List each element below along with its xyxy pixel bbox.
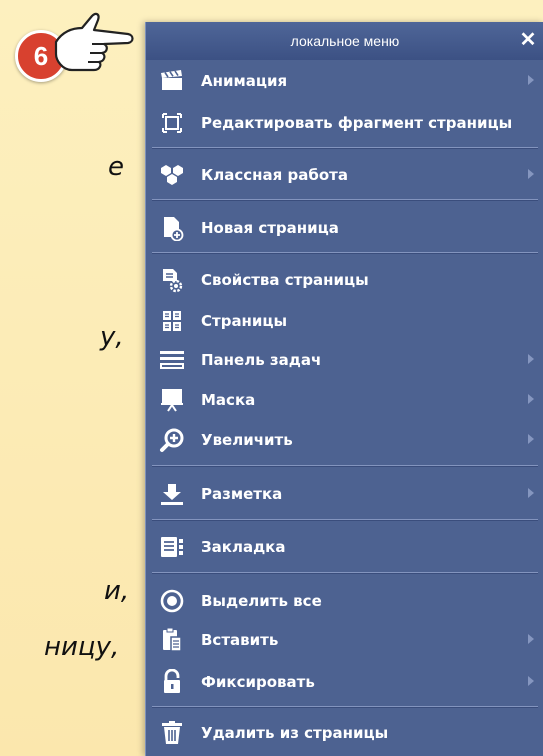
background-text-4: ницу,	[44, 632, 120, 662]
menu-item-label: Анимация	[201, 72, 288, 90]
menu-separator	[152, 147, 538, 149]
submenu-arrow-icon	[528, 434, 534, 444]
background-text-3: и,	[104, 576, 130, 606]
zoom-in-icon	[158, 426, 186, 454]
submenu-arrow-icon	[528, 75, 534, 85]
menu-item-label: Увеличить	[201, 431, 293, 449]
menu-item-edit-fragment[interactable]: Редактировать фрагмент страницы	[146, 105, 543, 141]
menu-separator	[152, 706, 538, 708]
taskbar-icon	[158, 346, 186, 374]
menu-item-label: Разметка	[201, 485, 283, 503]
menu-item-label: Новая страница	[201, 219, 339, 237]
menu-item-label: Маска	[201, 391, 256, 409]
context-menu: локальное меню ✕ Анимация Редактировать …	[145, 22, 543, 756]
menu-item-label: Выделить все	[201, 592, 322, 610]
submenu-arrow-icon	[528, 354, 534, 364]
menu-item-label: Вставить	[201, 631, 279, 649]
submenu-arrow-icon	[528, 676, 534, 686]
crop-frame-icon	[158, 109, 186, 137]
menu-item-markup[interactable]: Разметка	[146, 476, 543, 512]
bookmark-icon	[158, 533, 186, 561]
submenu-arrow-icon	[528, 634, 534, 644]
menu-separator	[152, 519, 538, 521]
menu-item-label: Страницы	[201, 312, 288, 330]
clapperboard-icon	[158, 67, 186, 95]
menu-item-bookmark[interactable]: Закладка	[146, 529, 543, 565]
menu-header: локальное меню ✕	[146, 22, 543, 60]
menu-item-label: Классная работа	[201, 166, 348, 184]
pointing-hand-icon	[54, 12, 134, 72]
menu-item-label: Фиксировать	[201, 673, 315, 691]
menu-item-lock[interactable]: Фиксировать	[146, 664, 543, 700]
paste-icon	[158, 626, 186, 654]
menu-item-animation[interactable]: Анимация	[146, 63, 543, 99]
menu-item-label: Закладка	[201, 538, 286, 556]
lock-icon	[158, 668, 186, 696]
background-text-1: е	[108, 152, 124, 182]
menu-separator	[152, 252, 538, 254]
menu-item-label: Редактировать фрагмент страницы	[201, 114, 513, 132]
menu-item-classwork[interactable]: Классная работа	[146, 157, 543, 193]
menu-item-delete[interactable]: Удалить из страницы	[146, 715, 543, 751]
close-button[interactable]: ✕	[516, 22, 540, 60]
submenu-arrow-icon	[528, 394, 534, 404]
menu-item-pages[interactable]: Страницы	[146, 303, 543, 339]
menu-item-paste[interactable]: Вставить	[146, 622, 543, 658]
menu-item-taskbar[interactable]: Панель задач	[146, 342, 543, 378]
menu-item-mask[interactable]: Маска	[146, 382, 543, 418]
hexagons-icon	[158, 161, 186, 189]
new-page-icon	[158, 214, 186, 242]
menu-item-label: Свойства страницы	[201, 271, 369, 289]
background-text-2: у,	[100, 322, 124, 352]
menu-item-label: Удалить из страницы	[201, 724, 389, 742]
select-all-icon	[158, 587, 186, 615]
trash-icon	[158, 719, 186, 747]
page-settings-icon	[158, 266, 186, 294]
submenu-arrow-icon	[528, 488, 534, 498]
submenu-arrow-icon	[528, 169, 534, 179]
menu-separator	[152, 465, 538, 467]
menu-item-page-properties[interactable]: Свойства страницы	[146, 262, 543, 298]
easel-icon	[158, 386, 186, 414]
menu-item-select-all[interactable]: Выделить все	[146, 583, 543, 619]
menu-separator	[152, 572, 538, 574]
menu-item-new-page[interactable]: Новая страница	[146, 210, 543, 246]
menu-item-zoom[interactable]: Увеличить	[146, 422, 543, 458]
download-arrow-icon	[158, 480, 186, 508]
menu-separator	[152, 199, 538, 201]
menu-title: локальное меню	[290, 33, 400, 49]
pages-grid-icon	[158, 307, 186, 335]
menu-item-label: Панель задач	[201, 351, 322, 369]
